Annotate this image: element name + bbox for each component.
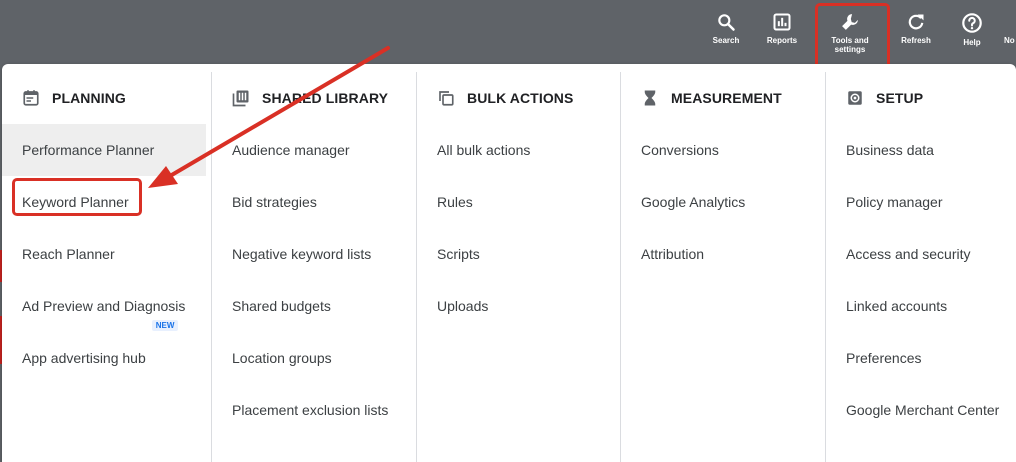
menu-item-uploads[interactable]: Uploads: [417, 280, 621, 332]
menu-item-rules[interactable]: Rules: [417, 176, 621, 228]
refresh-button[interactable]: Refresh: [894, 0, 938, 64]
search-label: Search: [712, 36, 740, 45]
shared-library-header: SHARED LIBRARY: [212, 72, 416, 124]
menu-item-shared-budgets[interactable]: Shared budgets: [212, 280, 416, 332]
setup-header: SETUP: [826, 72, 1015, 124]
library-icon: [232, 90, 249, 107]
setup-title: SETUP: [876, 90, 924, 106]
setup-column: SETUP Business data Policy manager Acces…: [825, 72, 1015, 462]
tools-annotation-box: [815, 3, 890, 71]
menu-item-scripts[interactable]: Scripts: [417, 228, 621, 280]
new-badge: NEW: [151, 320, 179, 331]
menu-item-label: Preferences: [846, 350, 922, 366]
menu-item-label: Linked accounts: [846, 298, 948, 314]
search-icon: [718, 14, 735, 31]
help-icon: [962, 13, 982, 33]
menu-item-label: Audience manager: [232, 142, 350, 158]
notifications-label: No: [1004, 36, 1015, 45]
menu-item-label: App advertising hub: [22, 350, 146, 366]
menu-item-label: Scripts: [437, 246, 480, 262]
menu-item-audience-manager[interactable]: Audience manager: [212, 124, 416, 176]
shared-library-column: SHARED LIBRARY Audience manager Bid stra…: [211, 72, 416, 462]
menu-item-access-and-security[interactable]: Access and security: [826, 228, 1015, 280]
settings-box-icon: [848, 91, 862, 105]
menu-item-conversions[interactable]: Conversions: [621, 124, 825, 176]
measurement-header: MEASUREMENT: [621, 72, 825, 124]
menu-item-preferences[interactable]: Preferences: [826, 332, 1015, 384]
menu-item-label: Shared budgets: [232, 298, 331, 314]
menu-item-negative-keyword-lists[interactable]: Negative keyword lists: [212, 228, 416, 280]
menu-item-bid-strategies[interactable]: Bid strategies: [212, 176, 416, 228]
bulk-actions-header: BULK ACTIONS: [417, 72, 621, 124]
menu-item-label: Reach Planner: [22, 246, 115, 262]
menu-item-label: Policy manager: [846, 194, 943, 210]
menu-item-policy-manager[interactable]: Policy manager: [826, 176, 1015, 228]
menu-item-linked-accounts[interactable]: Linked accounts: [826, 280, 1015, 332]
measurement-title: MEASUREMENT: [671, 90, 782, 106]
menu-item-placement-exclusion-lists[interactable]: Placement exclusion lists: [212, 384, 416, 436]
calendar-icon: [23, 90, 39, 106]
refresh-label: Refresh: [901, 36, 931, 45]
measurement-column: MEASUREMENT Conversions Google Analytics…: [620, 72, 825, 462]
menu-item-label: Uploads: [437, 298, 489, 314]
shared-library-title: SHARED LIBRARY: [262, 90, 389, 106]
reports-label: Reports: [766, 36, 798, 45]
menu-item-label: Negative keyword lists: [232, 246, 372, 262]
planning-column: PLANNING Performance Planner Keyword Pla…: [2, 72, 206, 462]
bulk-actions-column: BULK ACTIONS All bulk actions Rules Scri…: [416, 72, 621, 462]
menu-item-attribution[interactable]: Attribution: [621, 228, 825, 280]
menu-item-label: All bulk actions: [437, 142, 531, 158]
planning-title: PLANNING: [52, 90, 126, 106]
notifications-button[interactable]: No: [1004, 0, 1016, 64]
menu-item-label: Google Merchant Center: [846, 402, 1000, 418]
menu-item-label: Conversions: [641, 142, 719, 158]
menu-item-label: Placement exclusion lists: [232, 402, 389, 418]
reports-icon: [773, 13, 791, 31]
copy-icon: [439, 91, 454, 106]
hourglass-icon: [644, 90, 656, 106]
menu-item-business-data[interactable]: Business data: [826, 124, 1015, 176]
keyword-planner-annotation-box: [12, 178, 142, 216]
menu-item-google-analytics[interactable]: Google Analytics: [621, 176, 825, 228]
tools-menu-panel: PLANNING Performance Planner Keyword Pla…: [2, 64, 1016, 462]
menu-item-reach-planner[interactable]: Reach Planner: [2, 228, 206, 280]
menu-item-label: Attribution: [641, 246, 705, 262]
menu-item-all-bulk-actions[interactable]: All bulk actions: [417, 124, 621, 176]
help-button[interactable]: Help: [952, 0, 992, 64]
menu-item-label: Rules: [437, 194, 473, 210]
menu-item-app-advertising-hub[interactable]: App advertising hub NEW: [2, 320, 206, 384]
menu-item-label: Business data: [846, 142, 934, 158]
menu-item-label: Bid strategies: [232, 194, 317, 210]
bulk-actions-title: BULK ACTIONS: [467, 90, 574, 106]
reports-button[interactable]: Reports: [760, 0, 804, 64]
menu-item-label: Access and security: [846, 246, 971, 262]
menu-item-label: Ad Preview and Diagnosis: [22, 298, 186, 314]
planning-header: PLANNING: [2, 72, 206, 124]
menu-item-performance-planner[interactable]: Performance Planner: [2, 124, 206, 176]
refresh-icon: [908, 14, 924, 30]
menu-item-location-groups[interactable]: Location groups: [212, 332, 416, 384]
menu-item-label: Google Analytics: [641, 194, 746, 210]
menu-item-google-merchant-center[interactable]: Google Merchant Center: [826, 384, 1015, 436]
help-label: Help: [963, 38, 981, 47]
menu-item-label: Performance Planner: [22, 142, 155, 158]
menu-item-label: Location groups: [232, 350, 332, 366]
search-button[interactable]: Search: [706, 0, 746, 64]
